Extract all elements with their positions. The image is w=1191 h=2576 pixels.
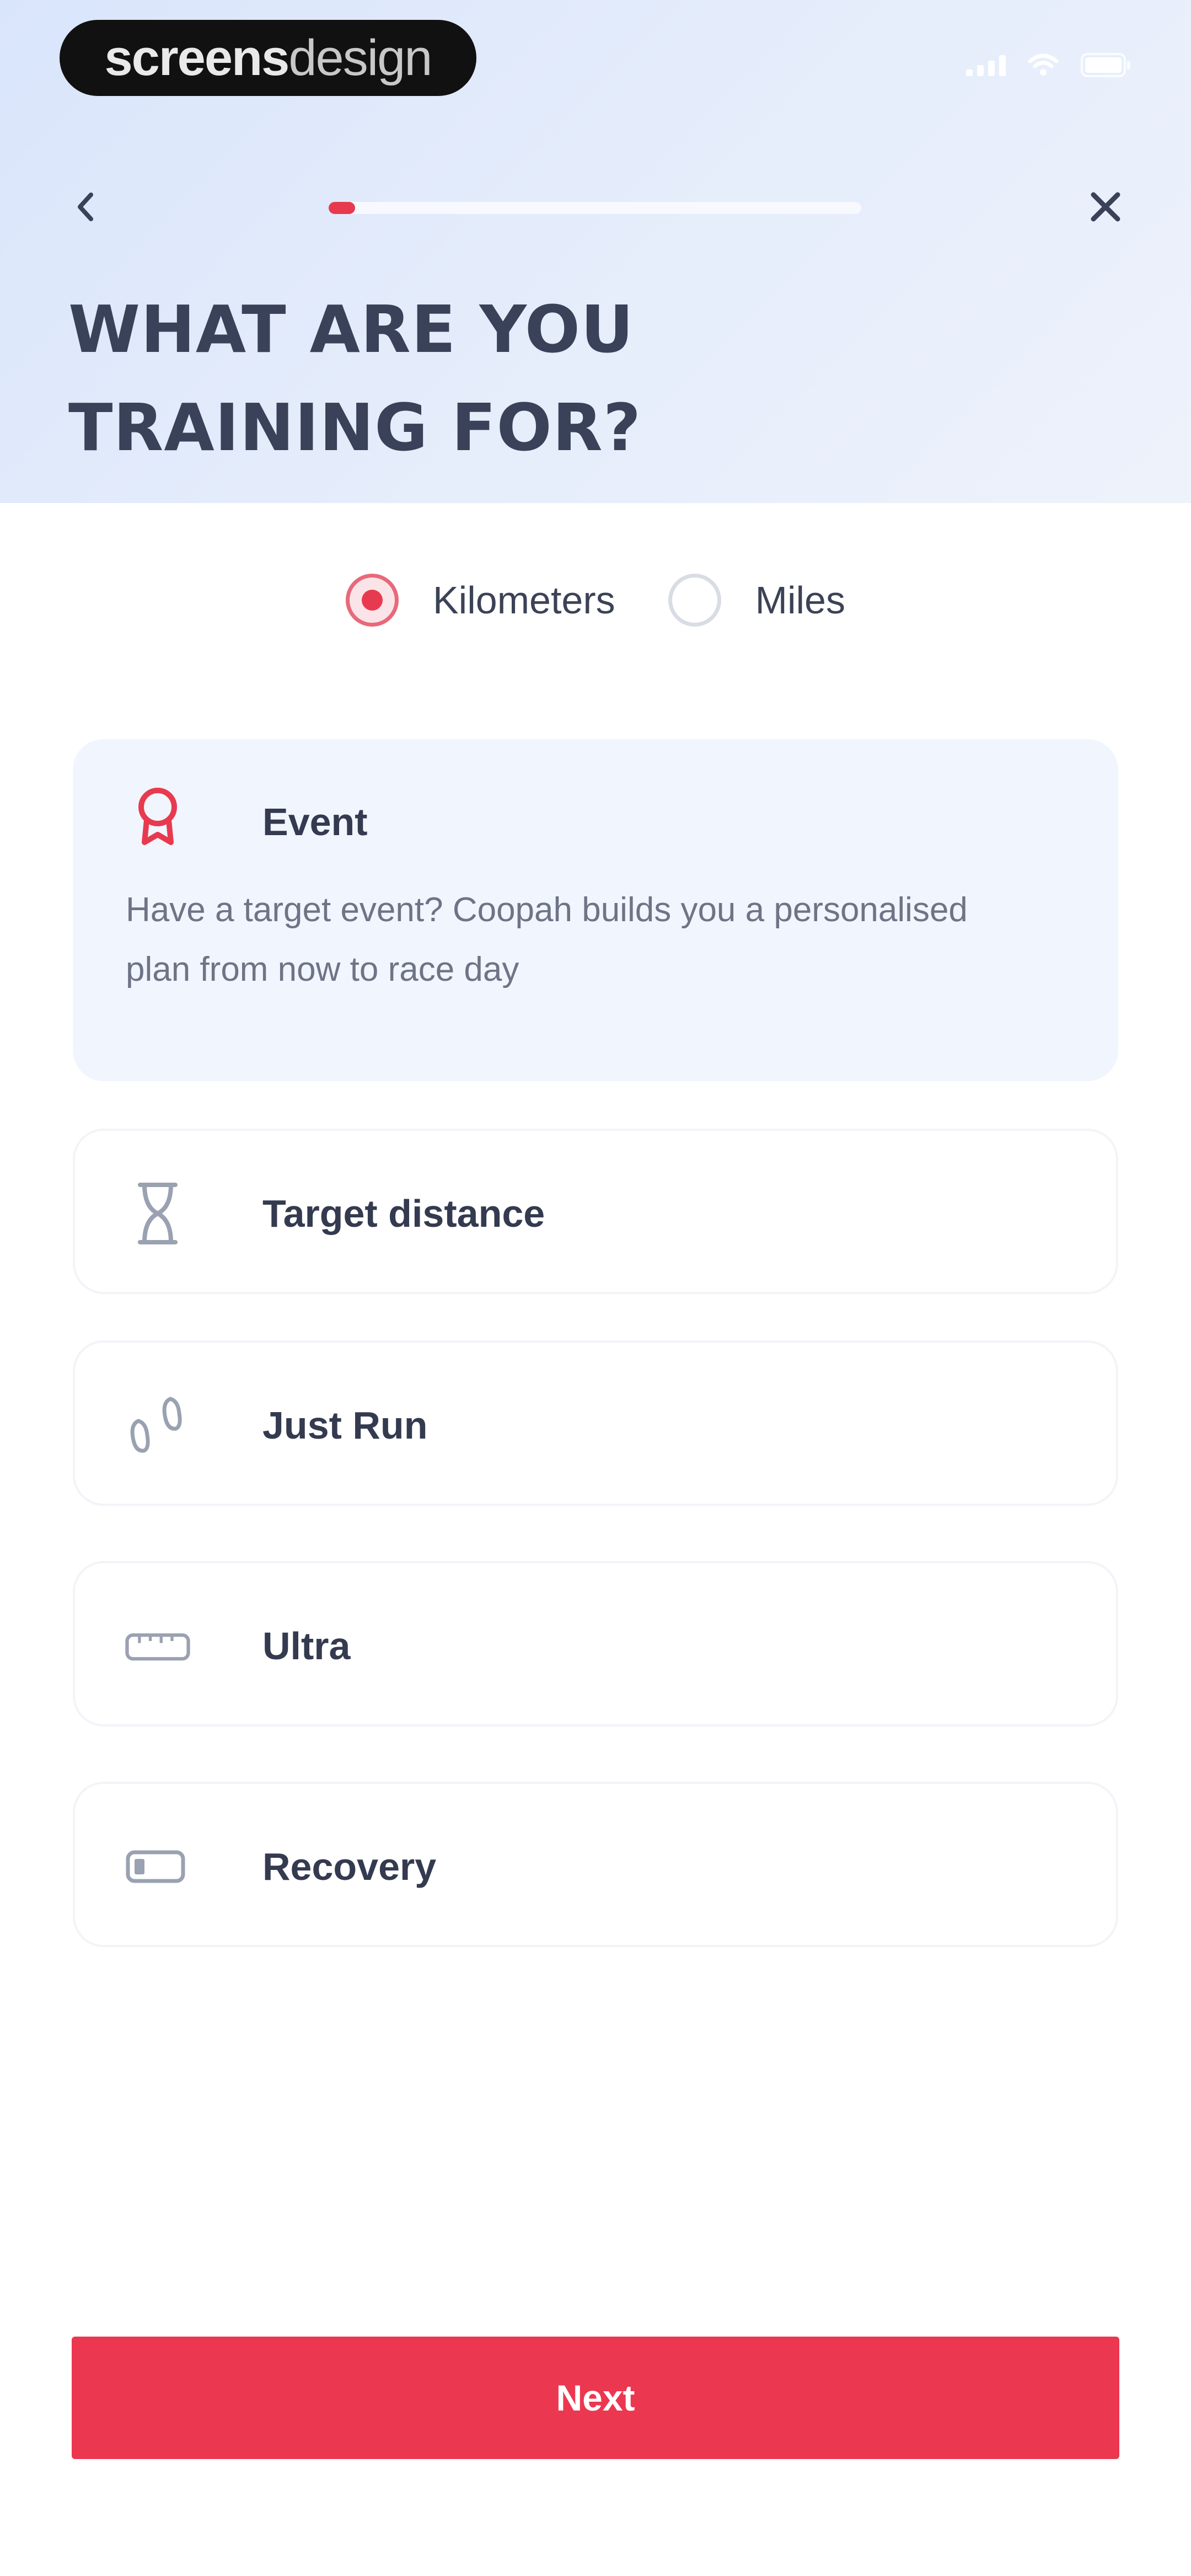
- progress-fill: [329, 202, 356, 214]
- option-description-event: Have a target event? Coopah builds you a…: [126, 891, 968, 988]
- brand-bold-text: screens: [104, 29, 290, 86]
- chevron-left-icon: [78, 193, 93, 221]
- onboarding-screen: screens design WHAT ARE YOU TRAINING FOR…: [0, 0, 1191, 2576]
- units-label-kilometers: Kilometers: [432, 579, 615, 622]
- next-button[interactable]: Next: [72, 2337, 1119, 2459]
- option-card-target-distance[interactable]: Target distance: [73, 1129, 1118, 1294]
- close-icon: [1091, 192, 1120, 222]
- option-title-just-run: Just Run: [262, 1404, 428, 1447]
- award-ribbon-icon: [125, 782, 191, 848]
- units-option-miles[interactable]: Miles: [668, 574, 845, 627]
- units-option-kilometers[interactable]: Kilometers: [345, 574, 615, 627]
- close-button[interactable]: [1081, 182, 1130, 232]
- radio-selected-icon[interactable]: [345, 574, 399, 627]
- page-title: WHAT ARE YOU TRAINING FOR?: [68, 291, 642, 466]
- brand-watermark: screens design: [60, 20, 476, 96]
- option-card-event[interactable]: Event Have a target event? Coopah builds…: [73, 739, 1118, 1081]
- option-title-recovery: Recovery: [262, 1845, 437, 1888]
- option-card-just-run[interactable]: Just Run: [73, 1340, 1118, 1506]
- hourglass-icon: [125, 1180, 191, 1247]
- onboarding-progress-bar: [329, 202, 861, 214]
- signal-icon: [966, 54, 1006, 76]
- option-card-recovery[interactable]: Recovery: [73, 1782, 1118, 1947]
- ruler-icon: [125, 1613, 191, 1679]
- option-title-ultra: Ultra: [262, 1624, 351, 1668]
- battery-icon: [1081, 53, 1131, 77]
- radio-unselected-icon[interactable]: [668, 574, 721, 627]
- units-label-miles: Miles: [755, 579, 845, 622]
- wifi-icon: [1028, 54, 1059, 77]
- back-button[interactable]: [61, 182, 110, 232]
- option-card-ultra[interactable]: Ultra: [73, 1561, 1118, 1727]
- status-icons: [966, 53, 1131, 77]
- header-background: screens design WHAT ARE YOU TRAINING FOR…: [0, 0, 1191, 503]
- brand-light-text: design: [288, 29, 432, 86]
- units-radio-group: Kilometers Miles: [0, 574, 1191, 627]
- battery-low-icon: [125, 1834, 191, 1900]
- option-title-event: Event: [262, 800, 368, 843]
- option-title-target-distance: Target distance: [262, 1192, 545, 1235]
- footprints-icon: [125, 1392, 191, 1458]
